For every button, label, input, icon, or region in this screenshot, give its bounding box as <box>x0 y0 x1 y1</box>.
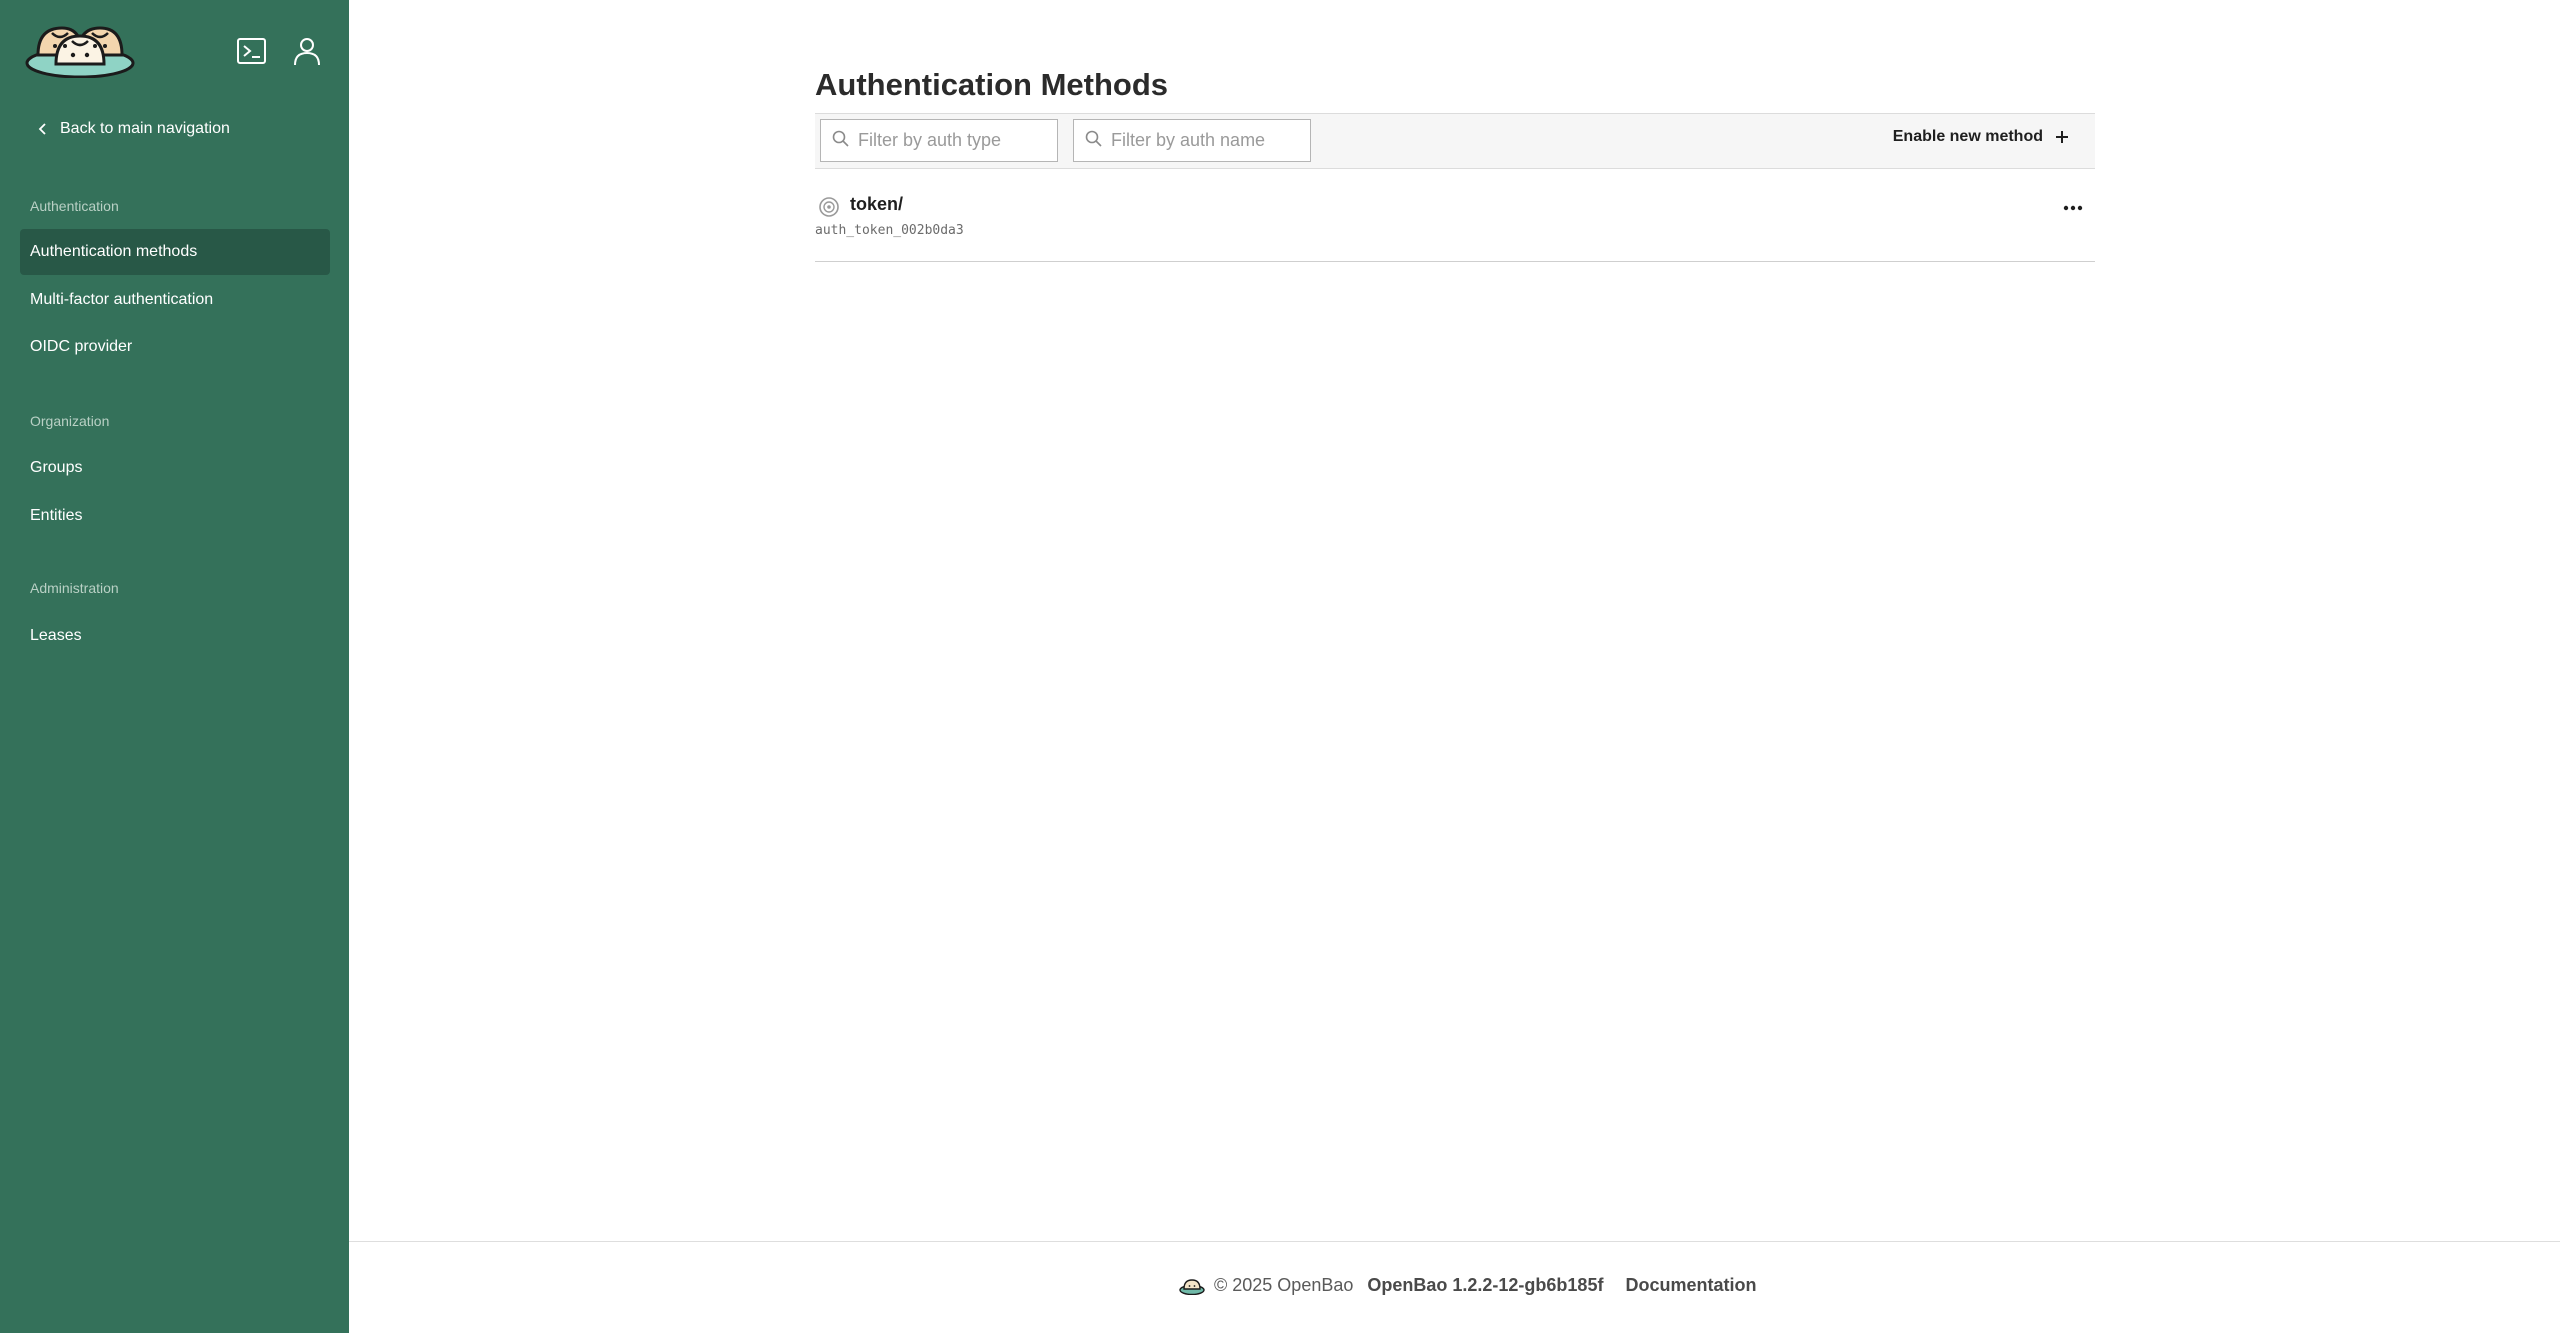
sidebar-item-entities[interactable]: Entities <box>20 493 330 539</box>
openbao-logo[interactable] <box>24 22 136 78</box>
auth-method-row[interactable]: token/ auth_token_002b0da3 <box>815 170 2095 262</box>
plus-icon <box>2056 131 2068 143</box>
search-icon <box>1085 130 1102 147</box>
enable-new-method-label: Enable new method <box>1892 128 2043 145</box>
sidebar-item-groups[interactable]: Groups <box>20 445 330 491</box>
sidebar: Back to main navigation Authentication A… <box>0 0 349 1333</box>
sidebar-item-oidc-provider[interactable]: OIDC provider <box>20 324 330 370</box>
user-icon[interactable] <box>290 34 324 68</box>
filter-toolbar: Enable new method <box>815 113 2095 169</box>
sidebar-item-mfa[interactable]: Multi-factor authentication <box>20 277 330 323</box>
filter-auth-type-input[interactable] <box>856 129 1055 152</box>
more-options-icon[interactable] <box>2061 200 2085 216</box>
section-label-authentication: Authentication <box>30 198 119 214</box>
token-icon <box>819 197 839 217</box>
footer-content: © 2025 OpenBao OpenBao 1.2.2-12-gb6b185f… <box>1179 1275 1756 1296</box>
auth-method-path[interactable]: token/ <box>850 194 903 215</box>
sidebar-item-leases[interactable]: Leases <box>20 613 330 659</box>
filter-auth-type <box>820 119 1058 162</box>
section-label-organization: Organization <box>30 413 110 429</box>
back-link-label: Back to main navigation <box>60 120 230 137</box>
footer-version: OpenBao 1.2.2-12-gb6b185f <box>1367 1275 1604 1295</box>
footer-documentation-link[interactable]: Documentation <box>1625 1275 1756 1296</box>
filter-auth-name-input[interactable] <box>1109 129 1308 152</box>
search-icon <box>832 130 849 147</box>
openbao-footer-logo <box>1179 1278 1205 1295</box>
enable-new-method-button[interactable]: Enable new method <box>1893 128 2069 146</box>
main-content: Authentication Methods Enable new method <box>349 0 2560 1240</box>
chevron-left-icon <box>38 123 46 135</box>
auth-method-accessor: auth_token_002b0da3 <box>815 223 964 238</box>
back-to-main-nav-link[interactable]: Back to main navigation <box>36 120 230 138</box>
app: Back to main navigation Authentication A… <box>0 0 2560 1333</box>
page-title: Authentication Methods <box>815 67 1169 102</box>
section-label-administration: Administration <box>30 580 119 596</box>
filter-auth-name <box>1073 119 1311 162</box>
footer-copyright: © 2025 OpenBao <box>1214 1275 1354 1295</box>
terminal-icon[interactable] <box>235 34 269 68</box>
sidebar-item-authentication-methods[interactable]: Authentication methods <box>20 229 330 275</box>
footer: © 2025 OpenBao OpenBao 1.2.2-12-gb6b185f… <box>349 1241 2560 1333</box>
